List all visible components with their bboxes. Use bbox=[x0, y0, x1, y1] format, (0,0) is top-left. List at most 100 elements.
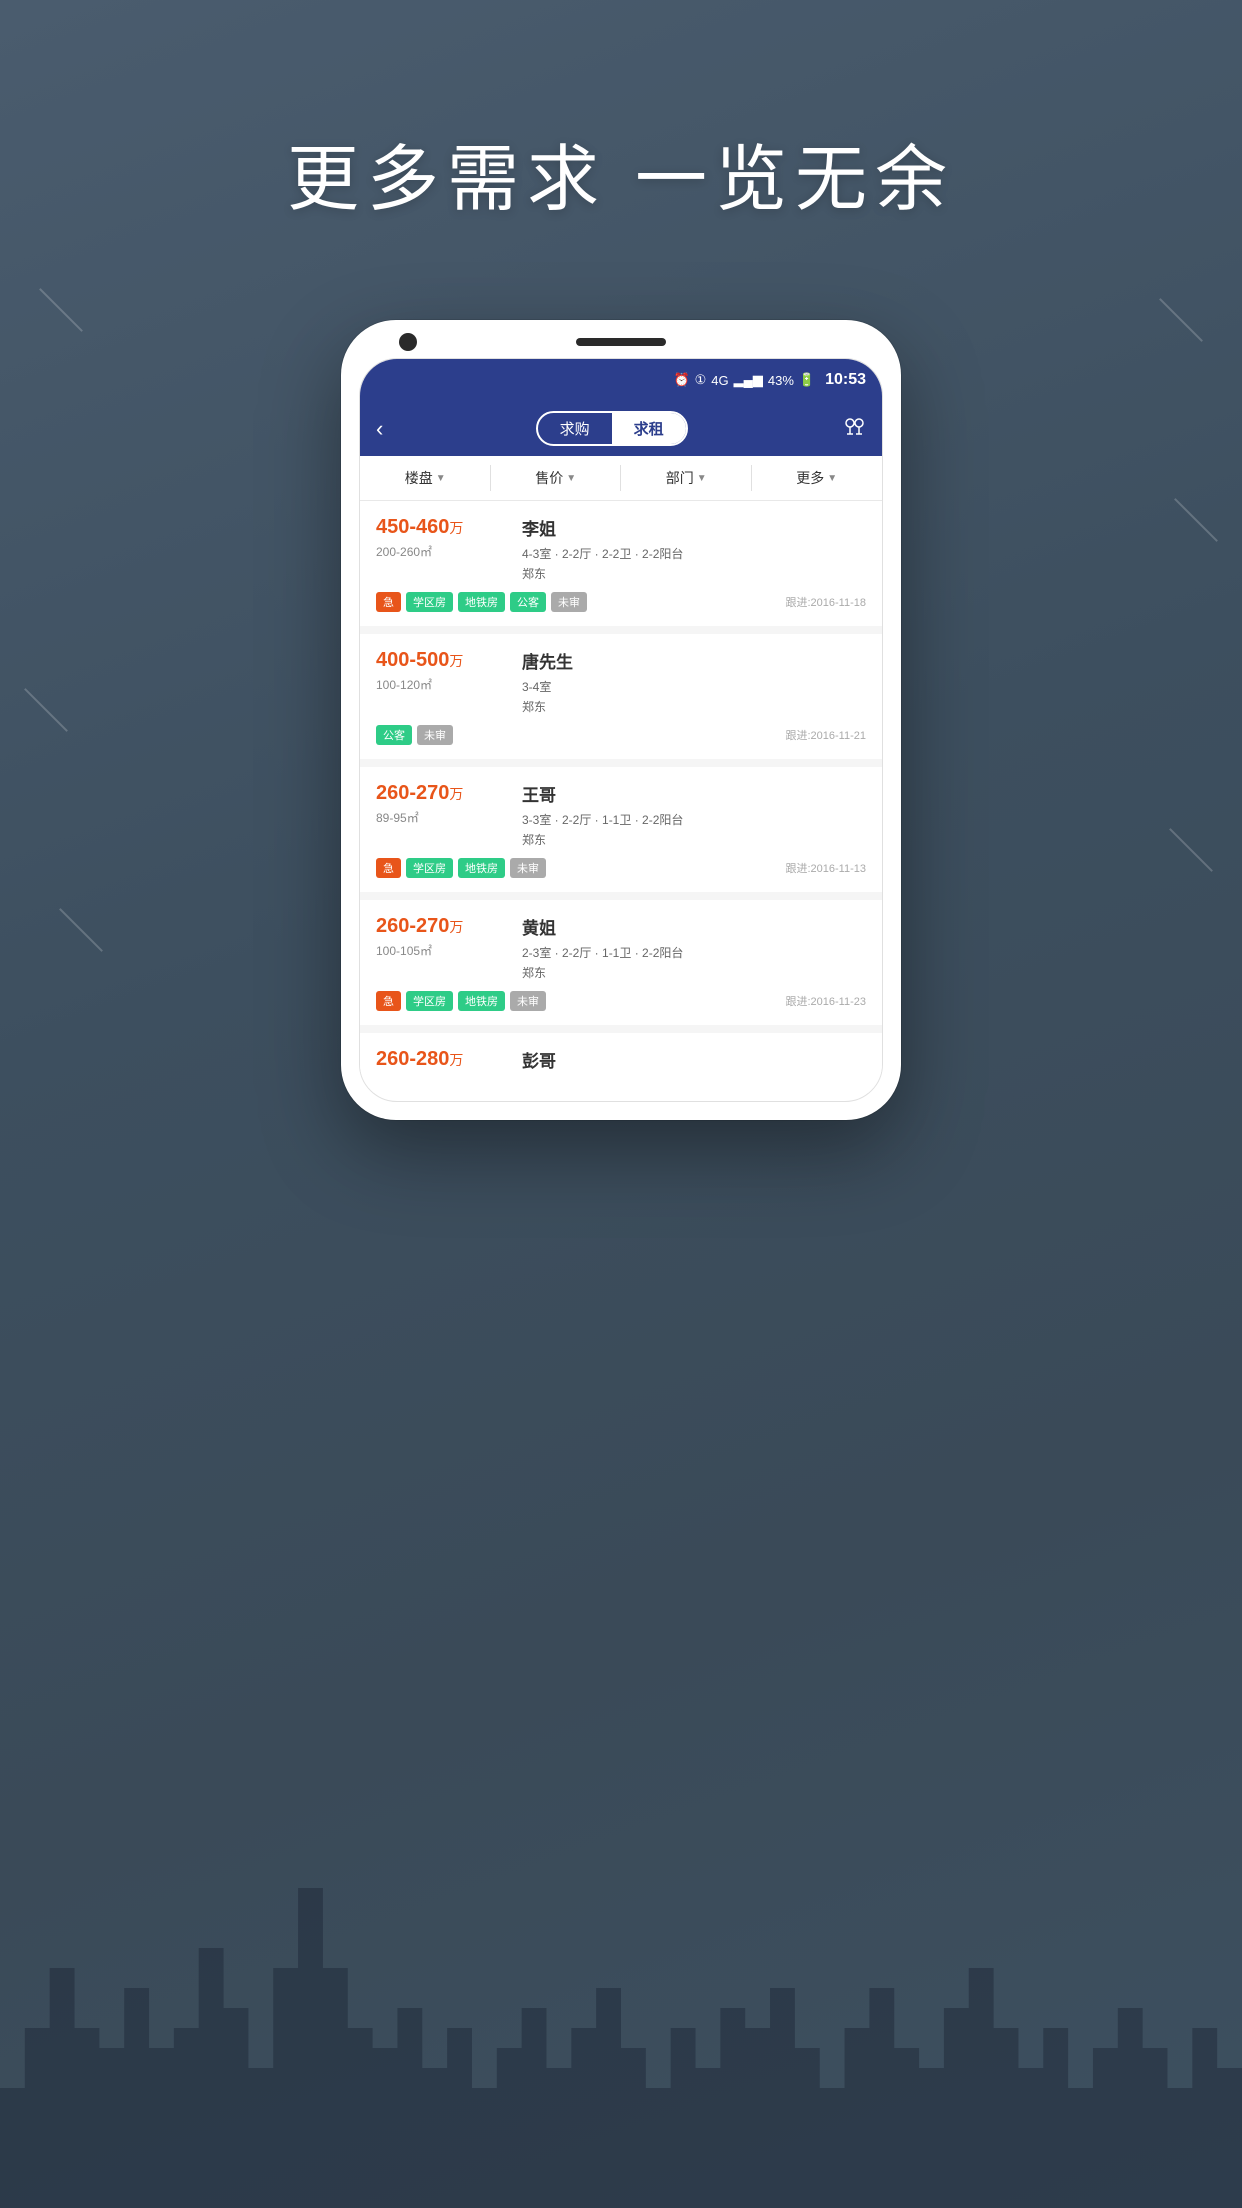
listing-footer: 急 学区房 地铁房 未审 跟进:2016-11-13 bbox=[376, 858, 866, 878]
tag-pending: 未审 bbox=[417, 725, 453, 745]
listing-location: 郑东 bbox=[522, 964, 866, 981]
filter-dept-arrow: ▼ bbox=[697, 473, 707, 484]
tag-urgent: 急 bbox=[376, 592, 401, 612]
listing-top: 260-280万 彭哥 bbox=[376, 1047, 866, 1077]
listing-info: 唐先生 3-4室 郑东 bbox=[522, 648, 866, 715]
listing-area: 100-120㎡ bbox=[376, 676, 506, 693]
listing-area: 200-260㎡ bbox=[376, 543, 506, 560]
listing-name: 李姐 bbox=[522, 515, 866, 540]
listing-location: 郑东 bbox=[522, 565, 866, 582]
listing-detail: 4-3室 · 2-2厅 · 2-2卫 · 2-2阳台 bbox=[522, 545, 866, 562]
tag-pending: 未审 bbox=[551, 592, 587, 612]
listing-price-col: 450-460万 200-260㎡ bbox=[376, 515, 506, 582]
listing-price: 400-500万 bbox=[376, 648, 506, 672]
sim-icon: ① bbox=[695, 372, 707, 388]
filter-dept[interactable]: 部门 ▼ bbox=[621, 456, 752, 500]
listing-date: 跟进:2016-11-18 bbox=[785, 594, 866, 610]
listing-top: 260-270万 100-105㎡ 黄姐 2-3室 · 2-2厅 · 1-1卫 … bbox=[376, 914, 866, 981]
filter-more[interactable]: 更多 ▼ bbox=[752, 456, 883, 500]
battery-icon: 🔋 bbox=[799, 372, 815, 388]
tag-metro: 地铁房 bbox=[458, 858, 505, 878]
filter-bar: 楼盘 ▼ 售价 ▼ 部门 ▼ 更多 ▼ bbox=[360, 456, 882, 501]
tag-school: 学区房 bbox=[406, 858, 453, 878]
status-time: 10:53 bbox=[825, 371, 866, 389]
listing-top: 450-460万 200-260㎡ 李姐 4-3室 · 2-2厅 · 2-2卫 … bbox=[376, 515, 866, 582]
status-bar: ⏰ ① 4G ▂▄▆ 43% 🔋 10:53 bbox=[360, 359, 882, 401]
tag-urgent: 急 bbox=[376, 991, 401, 1011]
nav-toggle: 求购 求租 bbox=[536, 411, 688, 446]
toggle-rent[interactable]: 求租 bbox=[612, 413, 686, 444]
navigation-bar: ‹ 求购 求租 bbox=[360, 401, 882, 456]
listing-info: 黄姐 2-3室 · 2-2厅 · 1-1卫 · 2-2阳台 郑东 bbox=[522, 914, 866, 981]
status-icons: ⏰ ① 4G ▂▄▆ 43% 🔋 bbox=[673, 372, 815, 388]
listings-container: 450-460万 200-260㎡ 李姐 4-3室 · 2-2厅 · 2-2卫 … bbox=[360, 501, 882, 1093]
listing-info: 王哥 3-3室 · 2-2厅 · 1-1卫 · 2-2阳台 郑东 bbox=[522, 781, 866, 848]
listing-date: 跟进:2016-11-13 bbox=[785, 860, 866, 876]
filter-more-label: 更多 bbox=[796, 468, 824, 488]
listing-price: 260-270万 bbox=[376, 914, 506, 938]
filter-price[interactable]: 售价 ▼ bbox=[491, 456, 622, 500]
listing-card[interactable]: 260-270万 89-95㎡ 王哥 3-3室 · 2-2厅 · 1-1卫 · … bbox=[360, 767, 882, 892]
listing-name: 彭哥 bbox=[522, 1047, 866, 1072]
listing-name: 王哥 bbox=[522, 781, 866, 806]
tag-metro: 地铁房 bbox=[458, 592, 505, 612]
tag-school: 学区房 bbox=[406, 592, 453, 612]
listing-info: 彭哥 bbox=[522, 1047, 866, 1077]
listing-detail: 2-3室 · 2-2厅 · 1-1卫 · 2-2阳台 bbox=[522, 944, 866, 961]
listing-detail: 3-3室 · 2-2厅 · 1-1卫 · 2-2阳台 bbox=[522, 811, 866, 828]
phone-outer: ⏰ ① 4G ▂▄▆ 43% 🔋 10:53 ‹ 求购 求租 bbox=[341, 320, 901, 1120]
listing-card[interactable]: 260-280万 彭哥 bbox=[360, 1033, 882, 1093]
listing-top: 400-500万 100-120㎡ 唐先生 3-4室 郑东 bbox=[376, 648, 866, 715]
tag-urgent: 急 bbox=[376, 858, 401, 878]
listing-price-col: 260-270万 89-95㎡ bbox=[376, 781, 506, 848]
listing-card[interactable]: 450-460万 200-260㎡ 李姐 4-3室 · 2-2厅 · 2-2卫 … bbox=[360, 501, 882, 626]
tag-pending: 未审 bbox=[510, 858, 546, 878]
listing-area: 100-105㎡ bbox=[376, 942, 506, 959]
listing-info: 李姐 4-3室 · 2-2厅 · 2-2卫 · 2-2阳台 郑东 bbox=[522, 515, 866, 582]
listing-tags: 公客 未审 bbox=[376, 725, 453, 745]
network-icon: 4G bbox=[711, 373, 728, 388]
page-headline: 更多需求 一览无余 bbox=[0, 120, 1242, 225]
listing-price: 260-280万 bbox=[376, 1047, 506, 1071]
listing-footer: 急 学区房 地铁房 公客 未审 跟进:2016-11-18 bbox=[376, 592, 866, 612]
listing-name: 唐先生 bbox=[522, 648, 866, 673]
filter-building-label: 楼盘 bbox=[405, 468, 433, 488]
toggle-buy[interactable]: 求购 bbox=[538, 413, 612, 444]
listing-detail: 3-4室 bbox=[522, 678, 866, 695]
map-icon[interactable] bbox=[840, 415, 866, 443]
filter-building[interactable]: 楼盘 ▼ bbox=[360, 456, 491, 500]
listing-date: 跟进:2016-11-21 bbox=[785, 727, 866, 743]
listing-top: 260-270万 89-95㎡ 王哥 3-3室 · 2-2厅 · 1-1卫 · … bbox=[376, 781, 866, 848]
listing-area: 89-95㎡ bbox=[376, 809, 506, 826]
listing-tags: 急 学区房 地铁房 公客 未审 bbox=[376, 592, 587, 612]
listing-price-col: 260-280万 bbox=[376, 1047, 506, 1077]
phone-screen: ⏰ ① 4G ▂▄▆ 43% 🔋 10:53 ‹ 求购 求租 bbox=[359, 358, 883, 1102]
back-button[interactable]: ‹ bbox=[376, 416, 383, 442]
listing-footer: 急 学区房 地铁房 未审 跟进:2016-11-23 bbox=[376, 991, 866, 1011]
phone-top bbox=[359, 338, 883, 358]
listing-location: 郑东 bbox=[522, 831, 866, 848]
tag-public: 公客 bbox=[510, 592, 546, 612]
alarm-icon: ⏰ bbox=[673, 372, 689, 388]
listing-tags: 急 学区房 地铁房 未审 bbox=[376, 991, 546, 1011]
listing-price: 260-270万 bbox=[376, 781, 506, 805]
tag-metro: 地铁房 bbox=[458, 991, 505, 1011]
battery-percent: 43% bbox=[768, 373, 794, 388]
tag-pending: 未审 bbox=[510, 991, 546, 1011]
tag-public: 公客 bbox=[376, 725, 412, 745]
filter-dept-label: 部门 bbox=[666, 468, 694, 488]
phone-mockup: ⏰ ① 4G ▂▄▆ 43% 🔋 10:53 ‹ 求购 求租 bbox=[341, 320, 901, 1120]
listing-price-col: 400-500万 100-120㎡ bbox=[376, 648, 506, 715]
listing-footer: 公客 未审 跟进:2016-11-21 bbox=[376, 725, 866, 745]
listing-card[interactable]: 260-270万 100-105㎡ 黄姐 2-3室 · 2-2厅 · 1-1卫 … bbox=[360, 900, 882, 1025]
listing-price: 450-460万 bbox=[376, 515, 506, 539]
listing-price-col: 260-270万 100-105㎡ bbox=[376, 914, 506, 981]
signal-icon: ▂▄▆ bbox=[734, 372, 763, 388]
listing-tags: 急 学区房 地铁房 未审 bbox=[376, 858, 546, 878]
listing-card[interactable]: 400-500万 100-120㎡ 唐先生 3-4室 郑东 公客 bbox=[360, 634, 882, 759]
filter-more-arrow: ▼ bbox=[827, 473, 837, 484]
phone-camera bbox=[399, 333, 417, 351]
tag-school: 学区房 bbox=[406, 991, 453, 1011]
filter-building-arrow: ▼ bbox=[436, 473, 446, 484]
listing-date: 跟进:2016-11-23 bbox=[785, 993, 866, 1009]
